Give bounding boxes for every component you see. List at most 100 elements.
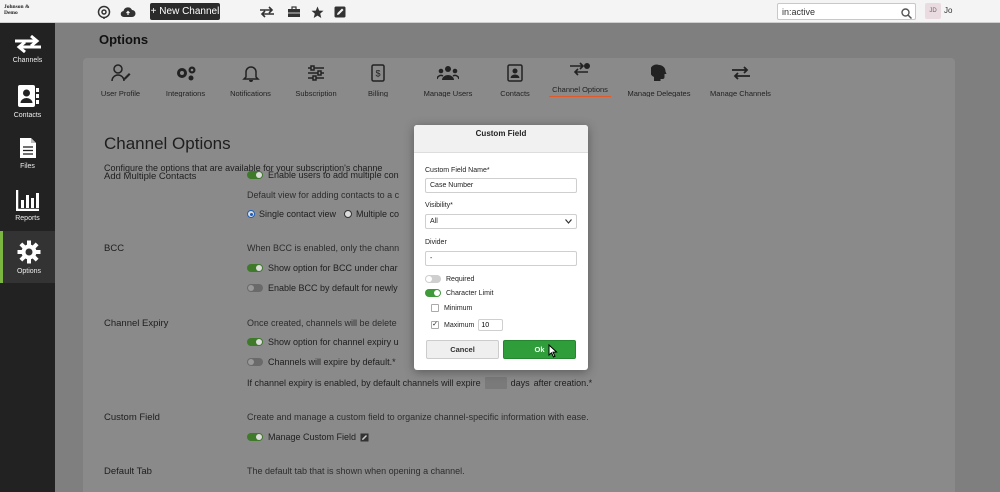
visibility-selected-value: All <box>430 218 438 225</box>
default-view-radios: Single contact view Multiple co <box>247 209 399 219</box>
search-box[interactable] <box>777 3 916 20</box>
contact-card-icon <box>507 64 523 82</box>
sidebar-item-label: Channels <box>12 56 43 64</box>
page-title: Options <box>99 32 149 47</box>
sidebar-item-files[interactable]: Files <box>0 127 55 179</box>
sidebar-item-channels[interactable]: Channels <box>0 23 55 75</box>
expiry-line-suffix: after creation.* <box>533 378 593 388</box>
invoice-icon: $ <box>371 64 385 82</box>
tab-manage-delegates[interactable]: Manage Delegates <box>624 58 694 98</box>
option-text: Manage Custom Field <box>268 432 357 442</box>
add-multiple-toggle[interactable] <box>247 171 263 179</box>
swap-arrows-icon <box>731 66 750 80</box>
option-text: Enable BCC by default for newly <box>268 283 398 293</box>
default-tab-description: The default tab that is shown when openi… <box>247 466 465 476</box>
visibility-select[interactable]: All <box>425 214 577 229</box>
star-icon[interactable] <box>309 4 325 20</box>
edit-icon[interactable] <box>360 433 369 442</box>
maximum-option: ✓ Maximum <box>431 319 504 331</box>
channel-settings-icon <box>570 62 590 76</box>
bcc-description: When BCC is enabled, only the chann <box>247 243 400 253</box>
expiry-days-input[interactable] <box>484 377 507 389</box>
option-text: Show option for channel expiry u <box>268 337 399 347</box>
avatar[interactable]: JD <box>925 3 941 19</box>
brand-logo[interactable]: Johnson & Demo <box>4 4 34 16</box>
option-text: Character Limit <box>446 289 494 297</box>
character-limit-option: Character Limit <box>425 289 493 297</box>
tab-manage-channels[interactable]: Manage Channels <box>708 58 773 98</box>
tab-channel-options[interactable]: Channel Options <box>549 58 611 98</box>
add-multiple-option: Enable users to add multiple con <box>247 170 399 180</box>
character-limit-toggle[interactable] <box>425 289 441 297</box>
required-option: Required <box>425 275 474 283</box>
ok-button[interactable]: Ok <box>503 340 576 359</box>
briefcase-icon[interactable] <box>286 4 302 20</box>
expiry-description: Once created, channels will be delete <box>247 318 397 328</box>
custom-field-name-input[interactable] <box>425 178 577 193</box>
support-icon[interactable] <box>96 4 112 20</box>
option-text: Channels will expire by default.* <box>268 357 396 367</box>
custom-field-description: Create and manage a custom field to orga… <box>247 412 589 422</box>
search-icon[interactable] <box>901 6 913 24</box>
tab-integrations[interactable]: Integrations <box>158 58 213 98</box>
search-input[interactable] <box>782 5 894 18</box>
tab-billing[interactable]: $ Billing <box>353 58 403 98</box>
bcc-label: BCC <box>104 243 125 254</box>
channel-expiry-label: Channel Expiry <box>104 318 169 329</box>
minimum-checkbox[interactable] <box>431 304 439 312</box>
option-text: Required <box>446 275 475 283</box>
sidebar: Channels Contacts Files Reports Options <box>0 23 55 492</box>
single-contact-radio[interactable] <box>247 210 255 218</box>
required-toggle[interactable] <box>425 275 441 283</box>
custom-field-toggle[interactable] <box>247 433 263 441</box>
cancel-button[interactable]: Cancel <box>426 340 499 359</box>
expiry-option-default: Channels will expire by default.* <box>247 357 396 367</box>
multiple-contacts-radio[interactable] <box>344 210 353 218</box>
bcc-option-show: Show option for BCC under char <box>247 263 398 273</box>
chevron-down-icon <box>565 219 572 224</box>
default-tab-label: Default Tab <box>104 466 152 477</box>
swap-arrows-icon[interactable] <box>259 4 275 20</box>
user-name[interactable]: Jo <box>944 6 952 15</box>
maximum-checkbox[interactable]: ✓ <box>431 321 439 329</box>
dialog-header: Custom Field <box>414 125 588 153</box>
tab-manage-users[interactable]: Manage Users <box>418 58 478 98</box>
arrows-icon <box>14 34 41 53</box>
radio-label: Single contact view <box>259 209 337 219</box>
bcc-show-toggle[interactable] <box>247 264 263 272</box>
expiry-show-toggle[interactable] <box>247 338 263 346</box>
option-text: Minimum <box>444 304 473 312</box>
delegate-head-icon <box>651 64 667 81</box>
new-channel-button[interactable]: + New Channel <box>150 3 220 20</box>
sidebar-item-options[interactable]: Options <box>0 231 55 283</box>
section-heading: Channel Options <box>104 134 231 153</box>
top-bar: Johnson & Demo + New Channel JD Jo <box>0 0 1000 23</box>
maximum-input[interactable] <box>478 319 504 331</box>
sidebar-item-label: Files <box>20 162 35 170</box>
tab-user-profile[interactable]: User Profile <box>93 58 148 98</box>
tab-subscription[interactable]: Subscription <box>287 58 345 98</box>
sidebar-item-label: Options <box>16 267 42 275</box>
option-text: Show option for BCC under char <box>268 263 398 273</box>
cloud-upload-icon[interactable] <box>120 4 136 20</box>
dialog-title: Custom Field <box>475 129 527 138</box>
custom-field-label: Custom Field <box>104 412 160 423</box>
bcc-default-toggle[interactable] <box>247 284 263 292</box>
option-text: Maximum <box>444 321 475 329</box>
custom-field-name-label: Custom Field Name* <box>425 167 490 174</box>
divider-input[interactable] <box>425 251 577 266</box>
visibility-label: Visibility* <box>425 202 453 209</box>
radio-label: Multiple co <box>356 209 400 219</box>
tab-contacts[interactable]: Contacts <box>490 58 540 98</box>
edit-icon[interactable] <box>332 4 348 20</box>
file-icon <box>19 137 36 158</box>
sidebar-item-contacts[interactable]: Contacts <box>0 75 55 127</box>
contact-card-icon <box>17 84 39 107</box>
sidebar-item-reports[interactable]: Reports <box>0 179 55 231</box>
tab-notifications[interactable]: Notifications <box>223 58 278 98</box>
tab-label: Channel Options <box>552 85 608 94</box>
expiry-option-show: Show option for channel expiry u <box>247 337 399 347</box>
mouse-cursor-icon <box>548 344 558 358</box>
sliders-icon <box>308 65 324 81</box>
expiry-default-toggle[interactable] <box>247 358 263 366</box>
